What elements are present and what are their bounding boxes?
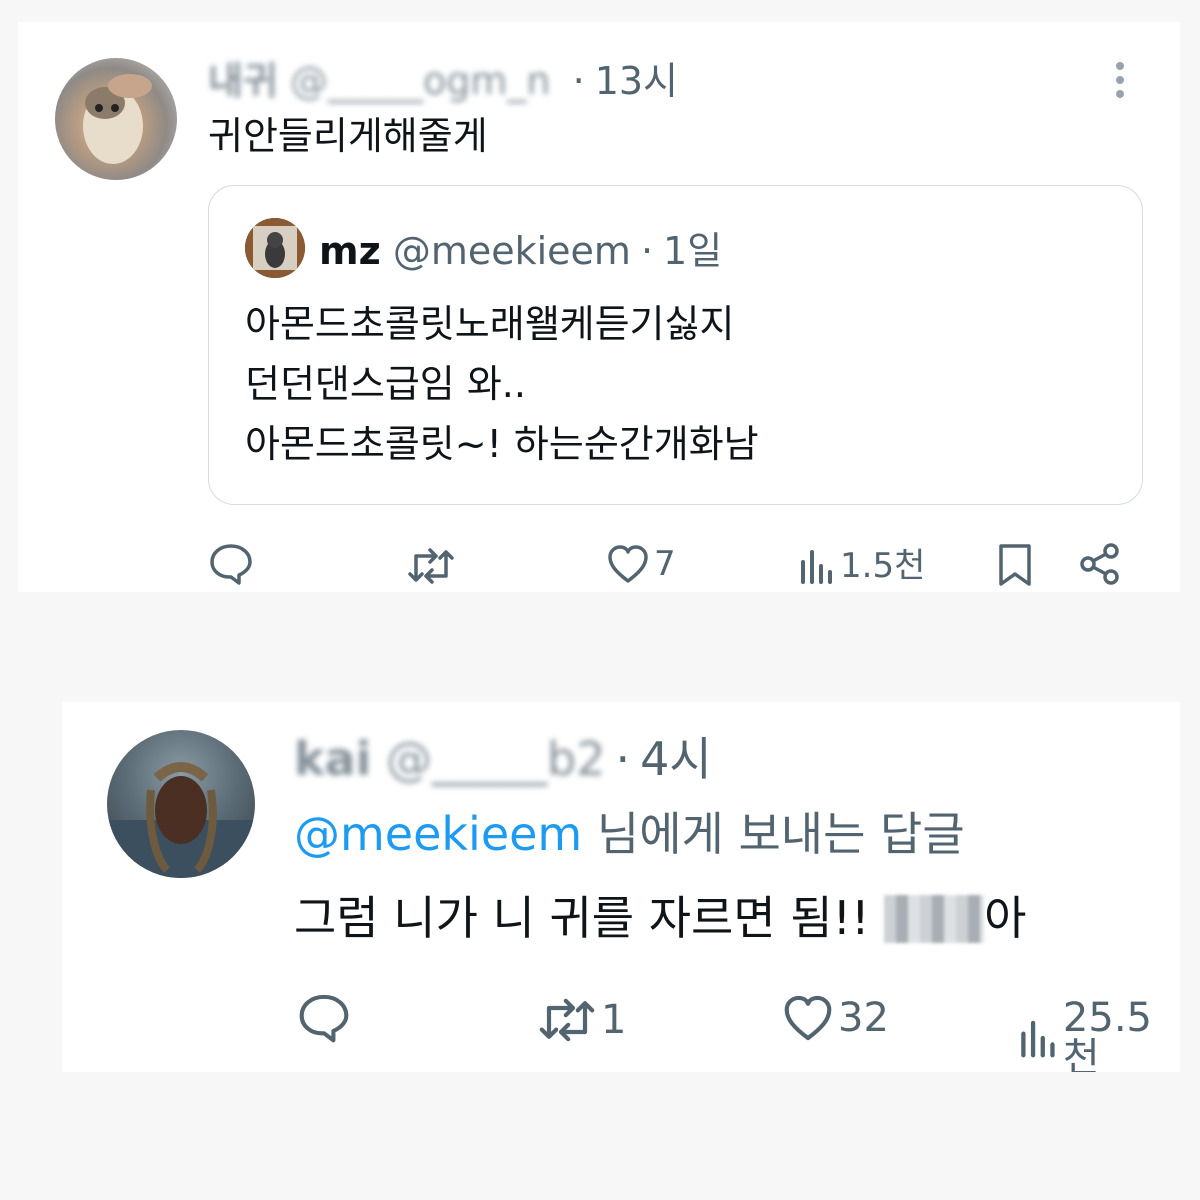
like-button[interactable]: 32 (782, 994, 889, 1042)
reply-icon (210, 544, 252, 585)
quote-author-handle[interactable]: @meekieem (393, 229, 631, 273)
retweet-count: 1 (601, 997, 627, 1043)
share-button[interactable] (1078, 542, 1122, 586)
like-button[interactable]: 7 (606, 544, 676, 584)
hamster-icon (83, 74, 152, 164)
separator-dot: · (572, 59, 585, 103)
author-handle[interactable]: @_____ogm_n (290, 62, 550, 100)
quote-text: 아몬드초콜릿노래왤케듣기싫지 던던댄스급임 와.. 아몬드초콜릿~! 하는순간개… (245, 294, 759, 474)
tweet-text-tail: 아 (984, 891, 1027, 945)
censored-word (884, 894, 985, 943)
like-icon (608, 545, 648, 583)
mention-link[interactable]: @meekieem (294, 807, 582, 861)
tweet-card-1[interactable]: 내귀 @_____ogm_n · 13시 귀안들리게해줄게 mz @meekiee… (18, 22, 1180, 592)
bookmark-icon (999, 544, 1031, 586)
view-count: 1.5천 (840, 546, 926, 586)
separator-dot: · (615, 732, 631, 786)
author-name[interactable]: kai (294, 736, 371, 782)
reply-button[interactable] (208, 542, 258, 586)
author-line: kai @_____b2 · 4시 (294, 736, 712, 782)
author-name[interactable]: 내귀 (208, 62, 278, 100)
retweet-icon (408, 548, 454, 584)
views-button[interactable]: 25.5천 (1018, 998, 1180, 1072)
avatar[interactable] (245, 218, 305, 278)
view-count: 25.5천 (1062, 995, 1152, 1072)
timestamp[interactable]: 4시 (640, 732, 712, 786)
reply-icon (299, 994, 349, 1043)
like-count: 32 (838, 995, 889, 1041)
retweet-button[interactable] (406, 546, 460, 586)
views-icon (801, 550, 832, 584)
tweet-card-2[interactable]: kai @_____b2 · 4시 @meekieem 님에게 보내는 답글 그럼 … (62, 702, 1180, 1072)
tweet-text: 그럼 니가 니 귀를 자르면 됨!! 아 (294, 886, 1026, 950)
tweet-text: 귀안들리게해줄게 (208, 114, 488, 158)
more-icon[interactable] (1110, 60, 1130, 104)
retweet-icon (539, 998, 595, 1042)
reply-context: @meekieem 님에게 보내는 답글 (294, 802, 965, 866)
quote-line: 던던댄스급임 와.. (245, 362, 526, 406)
quoted-tweet[interactable]: mz @meekieem · 1일 아몬드초콜릿노래왤케듣기싫지 던던댄스급임 와.… (208, 185, 1143, 505)
quote-timestamp[interactable]: 1일 (663, 229, 722, 273)
bookmark-button[interactable] (996, 542, 1034, 588)
tweet-text-main: 그럼 니가 니 귀를 자르면 됨!! (294, 891, 885, 945)
like-icon (784, 995, 832, 1041)
share-icon (1080, 543, 1119, 585)
retweet-button[interactable]: 1 (537, 996, 626, 1044)
avatar[interactable] (55, 58, 177, 180)
reply-context-label: 님에게 보내는 답글 (582, 807, 965, 861)
like-count: 7 (654, 544, 676, 584)
views-icon (1021, 1020, 1055, 1058)
reply-button[interactable] (297, 992, 355, 1044)
timestamp[interactable]: 13시 (595, 59, 678, 103)
views-button[interactable]: 1.5천 (798, 548, 925, 584)
quote-line: 아몬드초콜릿~! 하는순간개화남 (245, 422, 759, 466)
quote-author-line: mz @meekieem · 1일 (319, 232, 722, 270)
quote-line: 아몬드초콜릿노래왤케듣기싫지 (245, 302, 735, 346)
separator-dot: · (640, 229, 654, 273)
author-handle[interactable]: @_____b2 (386, 736, 605, 782)
quote-author-name[interactable]: mz (319, 229, 381, 273)
avatar[interactable] (107, 730, 255, 878)
person-icon (107, 762, 255, 878)
cat-icon (245, 218, 305, 278)
author-line: 내귀 @_____ogm_n · 13시 (208, 62, 678, 100)
